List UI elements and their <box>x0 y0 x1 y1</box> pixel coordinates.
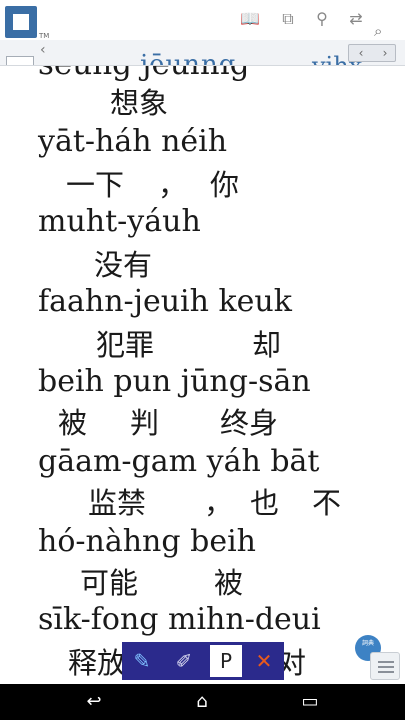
pager-next-button[interactable]: › <box>373 45 397 61</box>
hanzi-text: 没有 <box>94 248 153 282</box>
trademark-label: TM <box>39 32 50 40</box>
pager-control: ‹ › <box>348 44 396 62</box>
clipboard-icon[interactable]: ✐ <box>168 645 200 677</box>
top-toolbar: TM 📖 ⧉ ⚲ ⇄ <box>0 0 405 40</box>
navigation-bar: ‹ jēunng yihx ‹ › <box>0 40 405 66</box>
romanization-text: muht-yáuh <box>38 204 201 239</box>
romanization-text: sīk-fong mihn-deui <box>38 602 321 637</box>
brush-icon[interactable]: ✎ <box>126 645 158 677</box>
floating-toolbar: ✎ ✐ P ✕ <box>122 642 284 680</box>
hanzi-text: 却 <box>252 328 282 362</box>
hanzi-text: 也 <box>250 486 280 520</box>
hanzi-text: 你 <box>210 168 240 202</box>
back-arrow-icon[interactable]: ‹ <box>40 42 46 58</box>
back-icon[interactable]: ↩ <box>74 690 114 714</box>
close-icon[interactable]: ✕ <box>248 645 280 677</box>
hanzi-text: ， <box>158 168 188 202</box>
p-icon[interactable]: P <box>210 645 242 677</box>
copy-icon[interactable]: ⧉ <box>276 8 300 30</box>
hanzi-text: 一下 <box>66 168 125 202</box>
romanization-text: yāt-háh néih <box>38 124 228 159</box>
search-icon[interactable]: ⌕ <box>374 22 382 40</box>
hanzi-text: 被 <box>58 406 88 440</box>
menu-line-icon <box>378 661 394 663</box>
header-peek-text: jēunng <box>140 50 237 66</box>
hanzi-text: 想象 <box>110 86 169 120</box>
pager-prev-button[interactable]: ‹ <box>349 45 373 61</box>
hanzi-text: 犯罪 <box>96 328 155 362</box>
hanzi-text: 终身 <box>220 406 279 440</box>
home-icon[interactable]: ⌂ <box>182 690 222 714</box>
hanzi-text: 被 <box>214 566 244 600</box>
stamp-icon[interactable]: ⚲ <box>310 8 334 30</box>
hanzi-text: 不 <box>312 486 342 520</box>
swap-icon[interactable]: ⇄ <box>344 8 368 30</box>
book-icon[interactable]: 📖 <box>238 8 262 30</box>
system-navigation-bar: ↩ ⌂ ▭ <box>0 684 405 720</box>
hanzi-text: ， <box>204 486 234 520</box>
dictionary-fab-label: 詞典 <box>361 640 374 647</box>
reading-content[interactable]: seung jēunng 想象 yāt-háh néih 一下 ， 你 muht… <box>0 66 405 684</box>
menu-button[interactable] <box>370 652 400 680</box>
hanzi-text: 可能 <box>80 566 139 600</box>
hanzi-text: 监禁 <box>88 486 147 520</box>
romanization-text: beih pun jūng-sān <box>38 364 311 399</box>
romanization-text: faahn-jeuih keuk <box>38 284 292 319</box>
hanzi-text: 判 <box>130 406 160 440</box>
menu-line-icon <box>378 671 394 673</box>
romanization-text: gāam-gam yáh bāt <box>38 444 320 479</box>
app-logo-icon[interactable]: TM <box>5 6 49 40</box>
document-box-icon[interactable] <box>6 56 34 65</box>
menu-line-icon <box>378 666 394 668</box>
recents-icon[interactable]: ▭ <box>290 690 330 714</box>
romanization-text: hó-nàhng beih <box>38 524 256 559</box>
hanzi-text: 释放 <box>68 646 127 680</box>
